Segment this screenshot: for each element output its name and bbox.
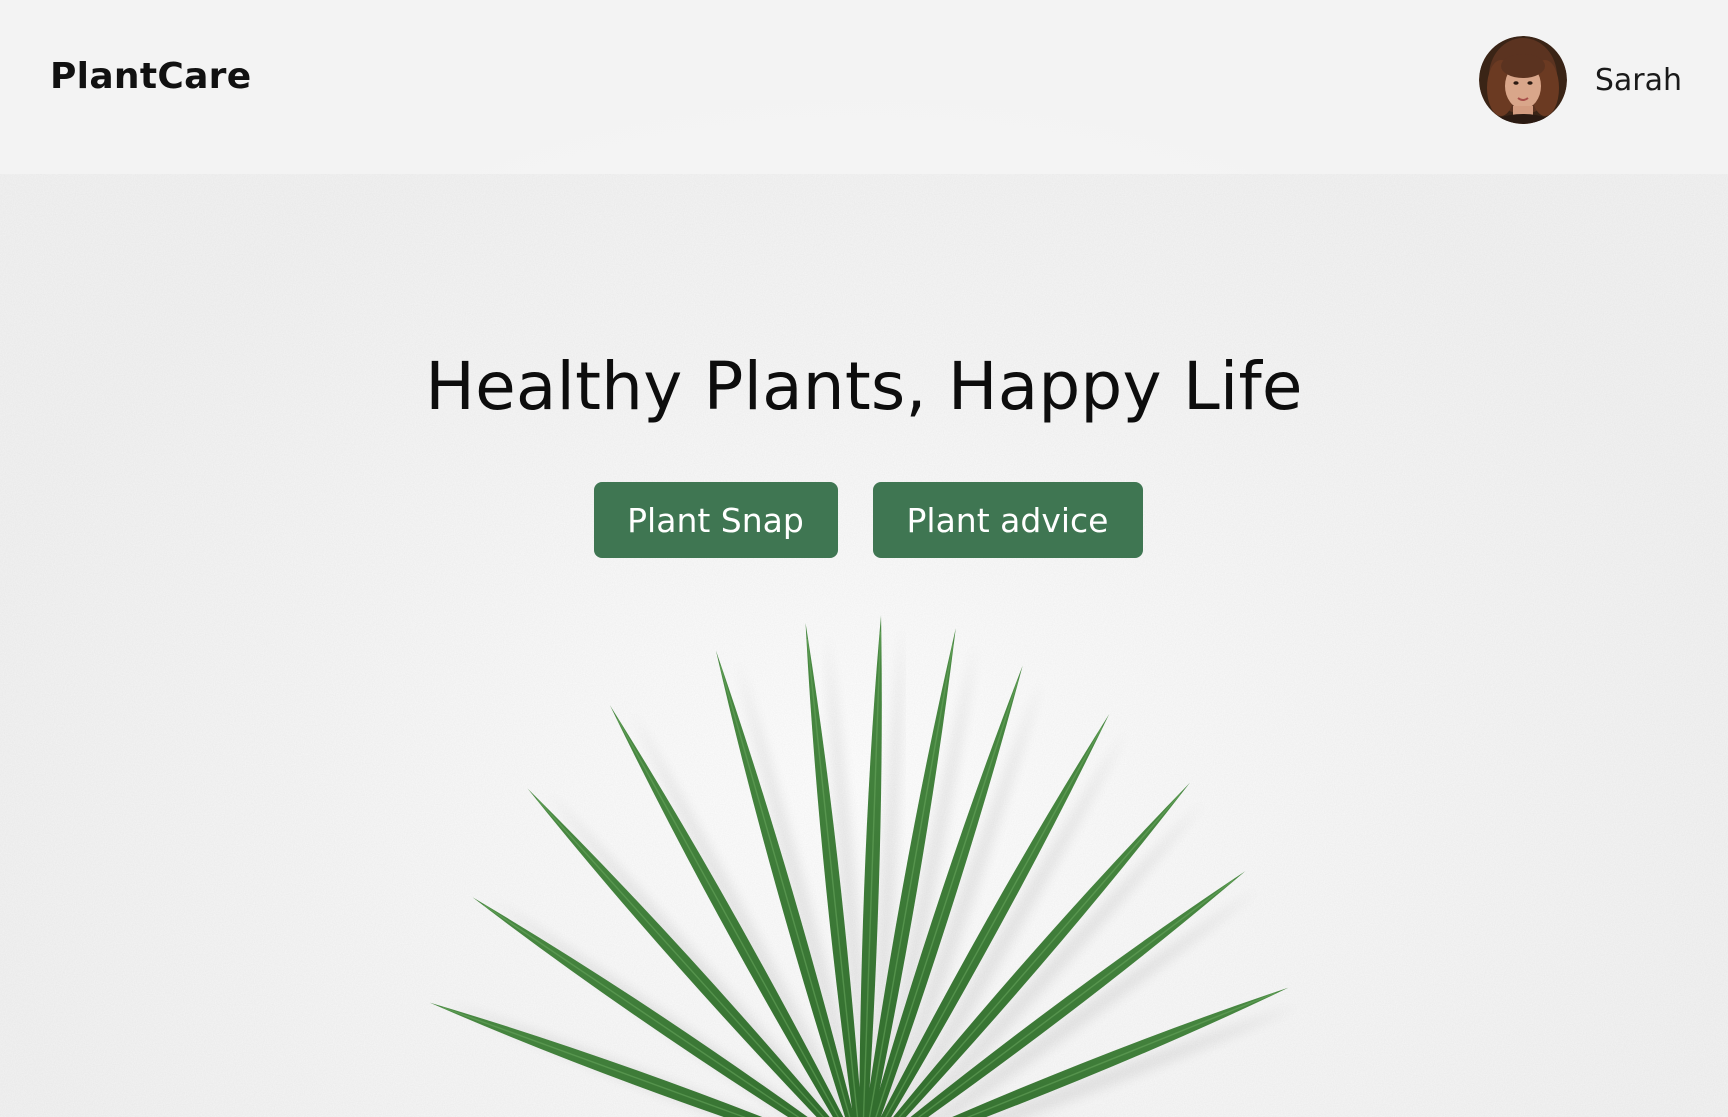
leaf-vein — [875, 680, 1019, 1117]
user-name[interactable]: Sarah — [1595, 63, 1682, 98]
leaf-vein — [885, 726, 1103, 1117]
leaf-vein — [966, 992, 1276, 1117]
palm-leaf — [527, 788, 830, 1117]
palm-leaf — [880, 713, 1110, 1117]
palm-leaf — [893, 782, 1191, 1117]
hero-headline: Healthy Plants, Happy Life — [425, 348, 1303, 425]
leaf-vein — [806, 638, 859, 1117]
top-bar: PlantCare Sarah — [0, 0, 1728, 160]
leaf-shadow — [870, 623, 903, 1117]
leaf-vein — [536, 799, 825, 1117]
palm-leaf — [871, 665, 1023, 1117]
leaf-shadow — [896, 727, 1129, 1117]
leaf-vein — [862, 631, 882, 1117]
leaf-vein — [719, 665, 851, 1117]
leaf-shadow — [987, 1004, 1303, 1117]
leaf-vein — [616, 718, 839, 1117]
hero-actions: Plant Snap Plant advice — [0, 482, 1728, 558]
palm-leaf — [859, 615, 882, 1117]
palm-leaf — [472, 897, 808, 1117]
plant-advice-button[interactable]: Plant advice — [872, 482, 1143, 558]
plant-snap-button[interactable]: Plant Snap — [593, 482, 838, 558]
palm-leaf — [910, 871, 1246, 1117]
leaf-shadow — [629, 708, 851, 1117]
page: PlantCare Sarah Healthy Plants, Happy Li… — [0, 0, 1728, 1117]
leaf-vein — [917, 879, 1235, 1117]
leaf-shadow — [826, 629, 873, 1117]
leaf-shadow — [736, 655, 864, 1117]
leaf-shadow — [545, 789, 835, 1117]
leaf-shadow — [487, 897, 810, 1117]
leaf-vein — [442, 1006, 746, 1117]
palm-leaf — [715, 650, 855, 1117]
leaf-vein — [483, 904, 800, 1117]
leaf-shadow — [911, 797, 1208, 1117]
palm-leaf — [865, 628, 956, 1117]
brand-logo[interactable]: PlantCare — [50, 56, 251, 97]
leaf-shadow — [933, 887, 1262, 1117]
palm-leaf — [952, 987, 1289, 1117]
user-avatar[interactable] — [1478, 36, 1567, 124]
leaf-shadow — [443, 1001, 759, 1117]
palm-leaf — [805, 622, 862, 1117]
palm-leaf-illustration — [429, 615, 1303, 1117]
user-profile[interactable]: Sarah — [1478, 36, 1682, 124]
leaf-shadow — [884, 676, 1044, 1117]
hero: Healthy Plants, Happy Life — [0, 348, 1728, 425]
leaf-vein — [868, 644, 954, 1117]
wall-texture — [0, 260, 1728, 1117]
palm-leaf — [429, 1002, 763, 1117]
leaf-shadow — [877, 638, 977, 1117]
palm-leaf — [609, 705, 844, 1117]
leaf-vein — [898, 793, 1181, 1117]
